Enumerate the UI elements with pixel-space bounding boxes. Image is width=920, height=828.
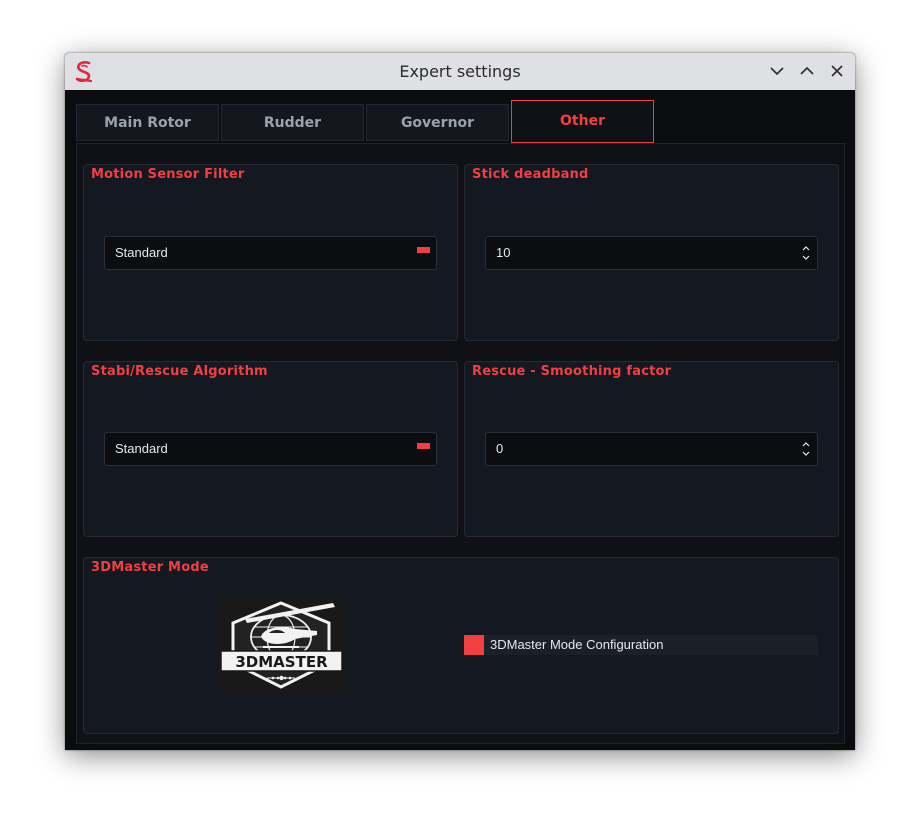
stabi-rescue-algorithm-select[interactable]: Standard — [104, 432, 437, 466]
group-title-stick-deadband: Stick deadband — [472, 167, 593, 182]
stick-deadband-value: 10 — [496, 245, 511, 260]
spin-arrows-icon[interactable] — [802, 440, 810, 458]
group-title-rescue-smoothing-factor: Rescue - Smoothing factor — [472, 364, 676, 379]
checkbox-indicator[interactable] — [464, 635, 484, 655]
maximize-button[interactable] — [797, 61, 817, 81]
group-title-motion-sensor-filter: Motion Sensor Filter — [91, 167, 249, 182]
stabi-rescue-algorithm-value: Standard — [115, 441, 168, 456]
group-stick-deadband: Stick deadband 10 — [464, 164, 839, 341]
tab-rudder[interactable]: Rudder — [221, 104, 364, 141]
window-title: Expert settings — [399, 62, 521, 81]
spin-arrows-icon[interactable] — [802, 244, 810, 262]
settings-tab-bar: Main Rotor Rudder Governor Other — [76, 100, 846, 144]
close-button[interactable] — [827, 61, 847, 81]
close-icon — [831, 65, 843, 77]
minimize-button[interactable] — [767, 61, 787, 81]
expert-settings-window: Expert settings Main Rotor Rudder Govern… — [65, 53, 855, 750]
group-title-3dmaster-mode: 3DMaster Mode — [91, 560, 213, 575]
group-3dmaster-mode: 3DMaster Mode 3DMASTER 3DMaster Mode Con… — [83, 557, 839, 734]
dropdown-indicator-icon — [417, 443, 430, 449]
tab-other[interactable]: Other — [511, 100, 654, 143]
group-title-stabi-rescue-algorithm: Stabi/Rescue Algorithm — [91, 364, 272, 379]
rescue-smoothing-factor-value: 0 — [496, 441, 504, 456]
chevron-down-icon — [770, 67, 784, 76]
3dmaster-mode-configuration-checkbox[interactable]: 3DMaster Mode Configuration — [464, 635, 818, 655]
3dmaster-mode-configuration-label: 3DMaster Mode Configuration — [490, 637, 664, 652]
title-bar[interactable]: Expert settings — [65, 53, 855, 90]
motion-sensor-filter-value: Standard — [115, 245, 168, 260]
group-motion-sensor-filter: Motion Sensor Filter Standard — [83, 164, 458, 341]
rescue-smoothing-factor-spinbox[interactable]: 0 — [485, 432, 818, 466]
group-stabi-rescue-algorithm: Stabi/Rescue Algorithm Standard — [83, 361, 458, 537]
3dmaster-logo-text: 3DMASTER — [235, 653, 328, 671]
group-rescue-smoothing-factor: Rescue - Smoothing factor 0 — [464, 361, 839, 537]
chevron-up-icon — [800, 66, 814, 75]
motion-sensor-filter-select[interactable]: Standard — [104, 236, 437, 270]
dropdown-indicator-icon — [417, 247, 430, 253]
other-tab-page: Motion Sensor Filter Standard Stick dead… — [76, 143, 845, 744]
stick-deadband-spinbox[interactable]: 10 — [485, 236, 818, 270]
3dmaster-logo: 3DMASTER — [217, 597, 346, 693]
tab-governor[interactable]: Governor — [366, 104, 509, 141]
tab-main-rotor[interactable]: Main Rotor — [76, 104, 219, 141]
